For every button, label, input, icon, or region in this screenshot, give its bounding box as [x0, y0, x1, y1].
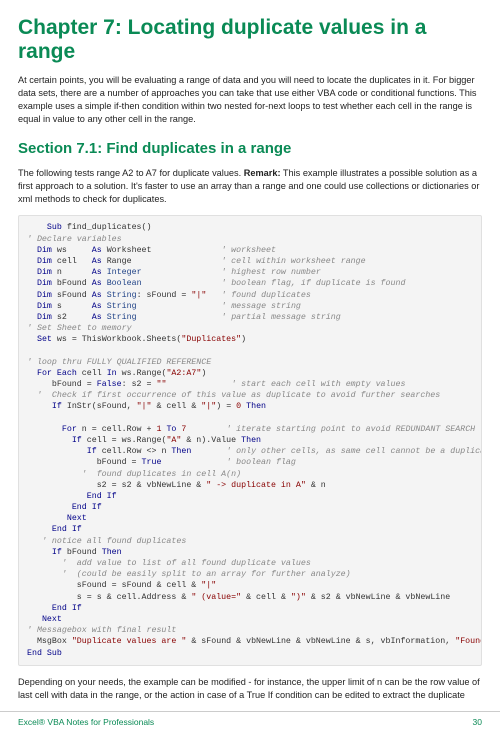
- section-title: Section 7.1: Find duplicates in a range: [18, 140, 482, 157]
- page-footer: Excel® VBA Notes for Professionals 30: [0, 711, 500, 732]
- intro-paragraph: At certain points, you will be evaluatin…: [18, 74, 482, 126]
- code-block: Sub find_duplicates() ' Declare variable…: [18, 215, 482, 665]
- page-number: 30: [473, 717, 482, 727]
- closing-paragraph: Depending on your needs, the example can…: [18, 676, 482, 702]
- chapter-title: Chapter 7: Locating duplicate values in …: [18, 16, 482, 64]
- section-paragraph: The following tests range A2 to A7 for d…: [18, 167, 482, 206]
- footer-title: Excel® VBA Notes for Professionals: [18, 717, 154, 727]
